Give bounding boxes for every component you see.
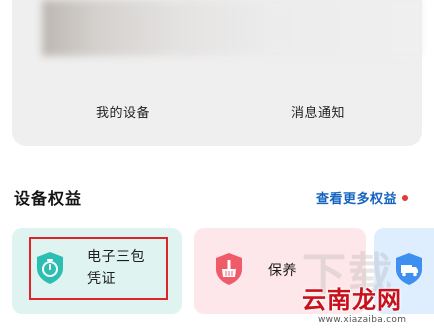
watermark-url: www.xiazaiba.com bbox=[318, 315, 407, 325]
maintenance-label: 保养 bbox=[268, 263, 297, 279]
my-devices-button[interactable]: 我的设备 bbox=[48, 102, 198, 121]
messages-label: 消息通知 bbox=[290, 106, 345, 121]
watermark-brand: 云南龙网 bbox=[302, 286, 402, 314]
section-title: 设备权益 bbox=[14, 189, 83, 208]
blurred-device-banner bbox=[42, 0, 422, 56]
notification-dot bbox=[402, 194, 409, 201]
view-more-label: 查看更多权益 bbox=[316, 192, 398, 207]
messages-button[interactable]: 消息通知 bbox=[243, 102, 393, 121]
my-devices-label: 我的设备 bbox=[95, 106, 150, 121]
shield-broom-icon bbox=[216, 253, 242, 285]
device-benefits-screen: 我的设备 消息通知 设备权益 查看更多权益 电子三包 凭证 保养 下载 云南龙网… bbox=[0, 0, 434, 329]
highlight-annotation-box bbox=[29, 237, 168, 300]
device-card bbox=[12, 0, 422, 146]
view-more-benefits-link[interactable]: 查看更多权益 bbox=[316, 188, 409, 207]
